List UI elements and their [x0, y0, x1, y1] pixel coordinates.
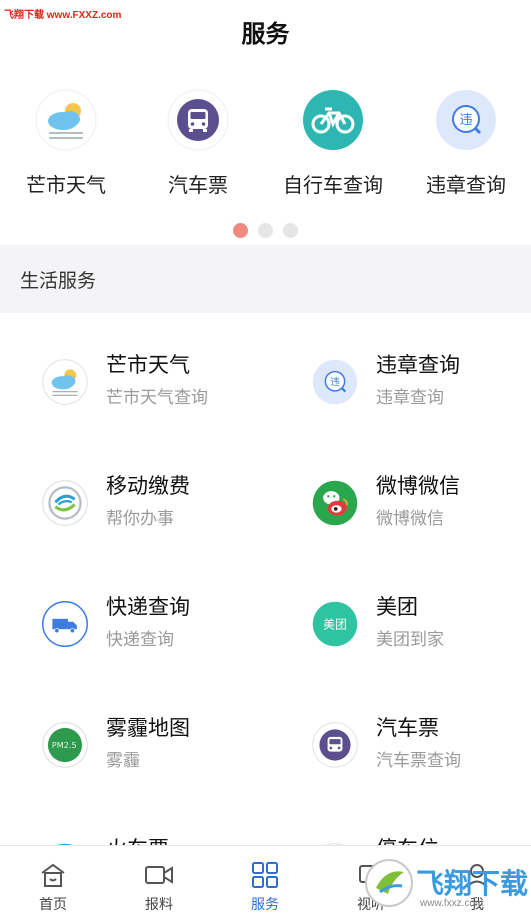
meituan-icon: 美团 [312, 601, 358, 647]
shortcut-label: 违章查询 [426, 173, 506, 197]
pm25-icon: PM2.5 [42, 722, 88, 768]
china-mobile-icon [42, 480, 88, 526]
service-desc: 雾霾 [106, 751, 140, 771]
tab-label: 报料 [145, 897, 173, 913]
tab-report[interactable]: 报料 [106, 846, 212, 918]
shortcut-label: 芒市天气 [26, 173, 106, 197]
tab-services[interactable]: 服务 [212, 846, 318, 918]
service-desc: 快递查询 [106, 630, 174, 650]
service-name: 违章查询 [376, 353, 460, 377]
shortcut-violation[interactable]: 违 违章查询 [400, 85, 531, 198]
shortcut-bicycle[interactable]: 自行车查询 [267, 85, 399, 198]
home-icon [38, 860, 68, 890]
tab-home[interactable]: 首页 [0, 846, 106, 918]
service-name: 微博微信 [376, 474, 460, 498]
svg-text:违: 违 [459, 113, 472, 128]
bus-icon [312, 722, 358, 768]
service-name: 雾霾地图 [106, 716, 190, 740]
service-weibo-wechat[interactable]: 微博微信 微博微信 [312, 474, 531, 570]
service-express[interactable]: 快递查询 快递查询 [42, 595, 302, 691]
service-desc: 帮你办事 [106, 509, 174, 529]
service-desc: 芒市天气查询 [106, 388, 208, 408]
svg-text:PM2.5: PM2.5 [52, 740, 77, 750]
tab-label: 服务 [251, 897, 279, 913]
weibo-wechat-icon [312, 480, 358, 526]
delivery-truck-icon [42, 601, 88, 647]
violation-icon: 违 [435, 89, 497, 151]
section-header: 生活服务 [0, 245, 531, 313]
service-desc: 微博微信 [376, 509, 444, 529]
pagination-dot-3[interactable] [283, 223, 298, 238]
service-desc: 汽车票查询 [376, 751, 461, 771]
service-desc: 美团到家 [376, 630, 444, 650]
service-desc: 违章查询 [376, 388, 444, 408]
shortcut-bus[interactable]: 汽车票 [132, 85, 264, 198]
watermark-url: www.fxxz.com [420, 898, 484, 909]
shortcut-carousel: 芒市天气 汽车票 自行车查询 违 违章查询 [0, 85, 531, 210]
tab-label: 首页 [39, 897, 67, 913]
watermark-bottom: 飞翔下载 www.fxxz.com [360, 848, 531, 918]
pagination-dot-2[interactable] [258, 223, 273, 238]
service-name: 美团 [376, 595, 418, 619]
service-bus-ticket[interactable]: 汽车票 汽车票查询 [312, 716, 531, 812]
watermark-logo-icon [365, 859, 413, 907]
watermark-text: 飞翔下载 [416, 867, 529, 900]
service-smog-map[interactable]: PM2.5 雾霾地图 雾霾 [42, 716, 302, 812]
section-title: 生活服务 [20, 269, 97, 292]
service-meituan[interactable]: 美团 美团 美团到家 [312, 595, 531, 691]
service-violation[interactable]: 违 违章查询 违章查询 [312, 353, 531, 449]
shortcut-label: 自行车查询 [283, 173, 383, 197]
video-camera-icon [144, 860, 174, 890]
bus-icon [167, 89, 229, 151]
page-title: 服务 [241, 19, 290, 48]
shortcut-weather[interactable]: 芒市天气 [0, 85, 132, 198]
service-name: 汽车票 [376, 716, 439, 740]
svg-text:美团: 美团 [323, 617, 347, 631]
bicycle-icon [302, 89, 364, 151]
service-name: 芒市天气 [106, 353, 190, 377]
grid-icon [250, 860, 280, 890]
weather-icon [35, 89, 97, 151]
pagination-dot-1[interactable] [233, 223, 248, 238]
carousel-pagination [0, 223, 531, 238]
services-page: 飞翔下载 www.FXXZ.com 服务 芒市天气 汽车票 自行车查询 违 违章… [0, 0, 531, 918]
shortcut-label: 汽车票 [168, 173, 228, 197]
header: 服务 [0, 0, 531, 62]
violation-icon: 违 [312, 359, 358, 405]
service-weather[interactable]: 芒市天气 芒市天气查询 [42, 353, 302, 449]
svg-text:违: 违 [330, 377, 340, 388]
weather-icon [42, 359, 88, 405]
service-name: 快递查询 [106, 595, 190, 619]
service-mobile-pay[interactable]: 移动缴费 帮你办事 [42, 474, 302, 570]
service-name: 移动缴费 [106, 474, 190, 498]
